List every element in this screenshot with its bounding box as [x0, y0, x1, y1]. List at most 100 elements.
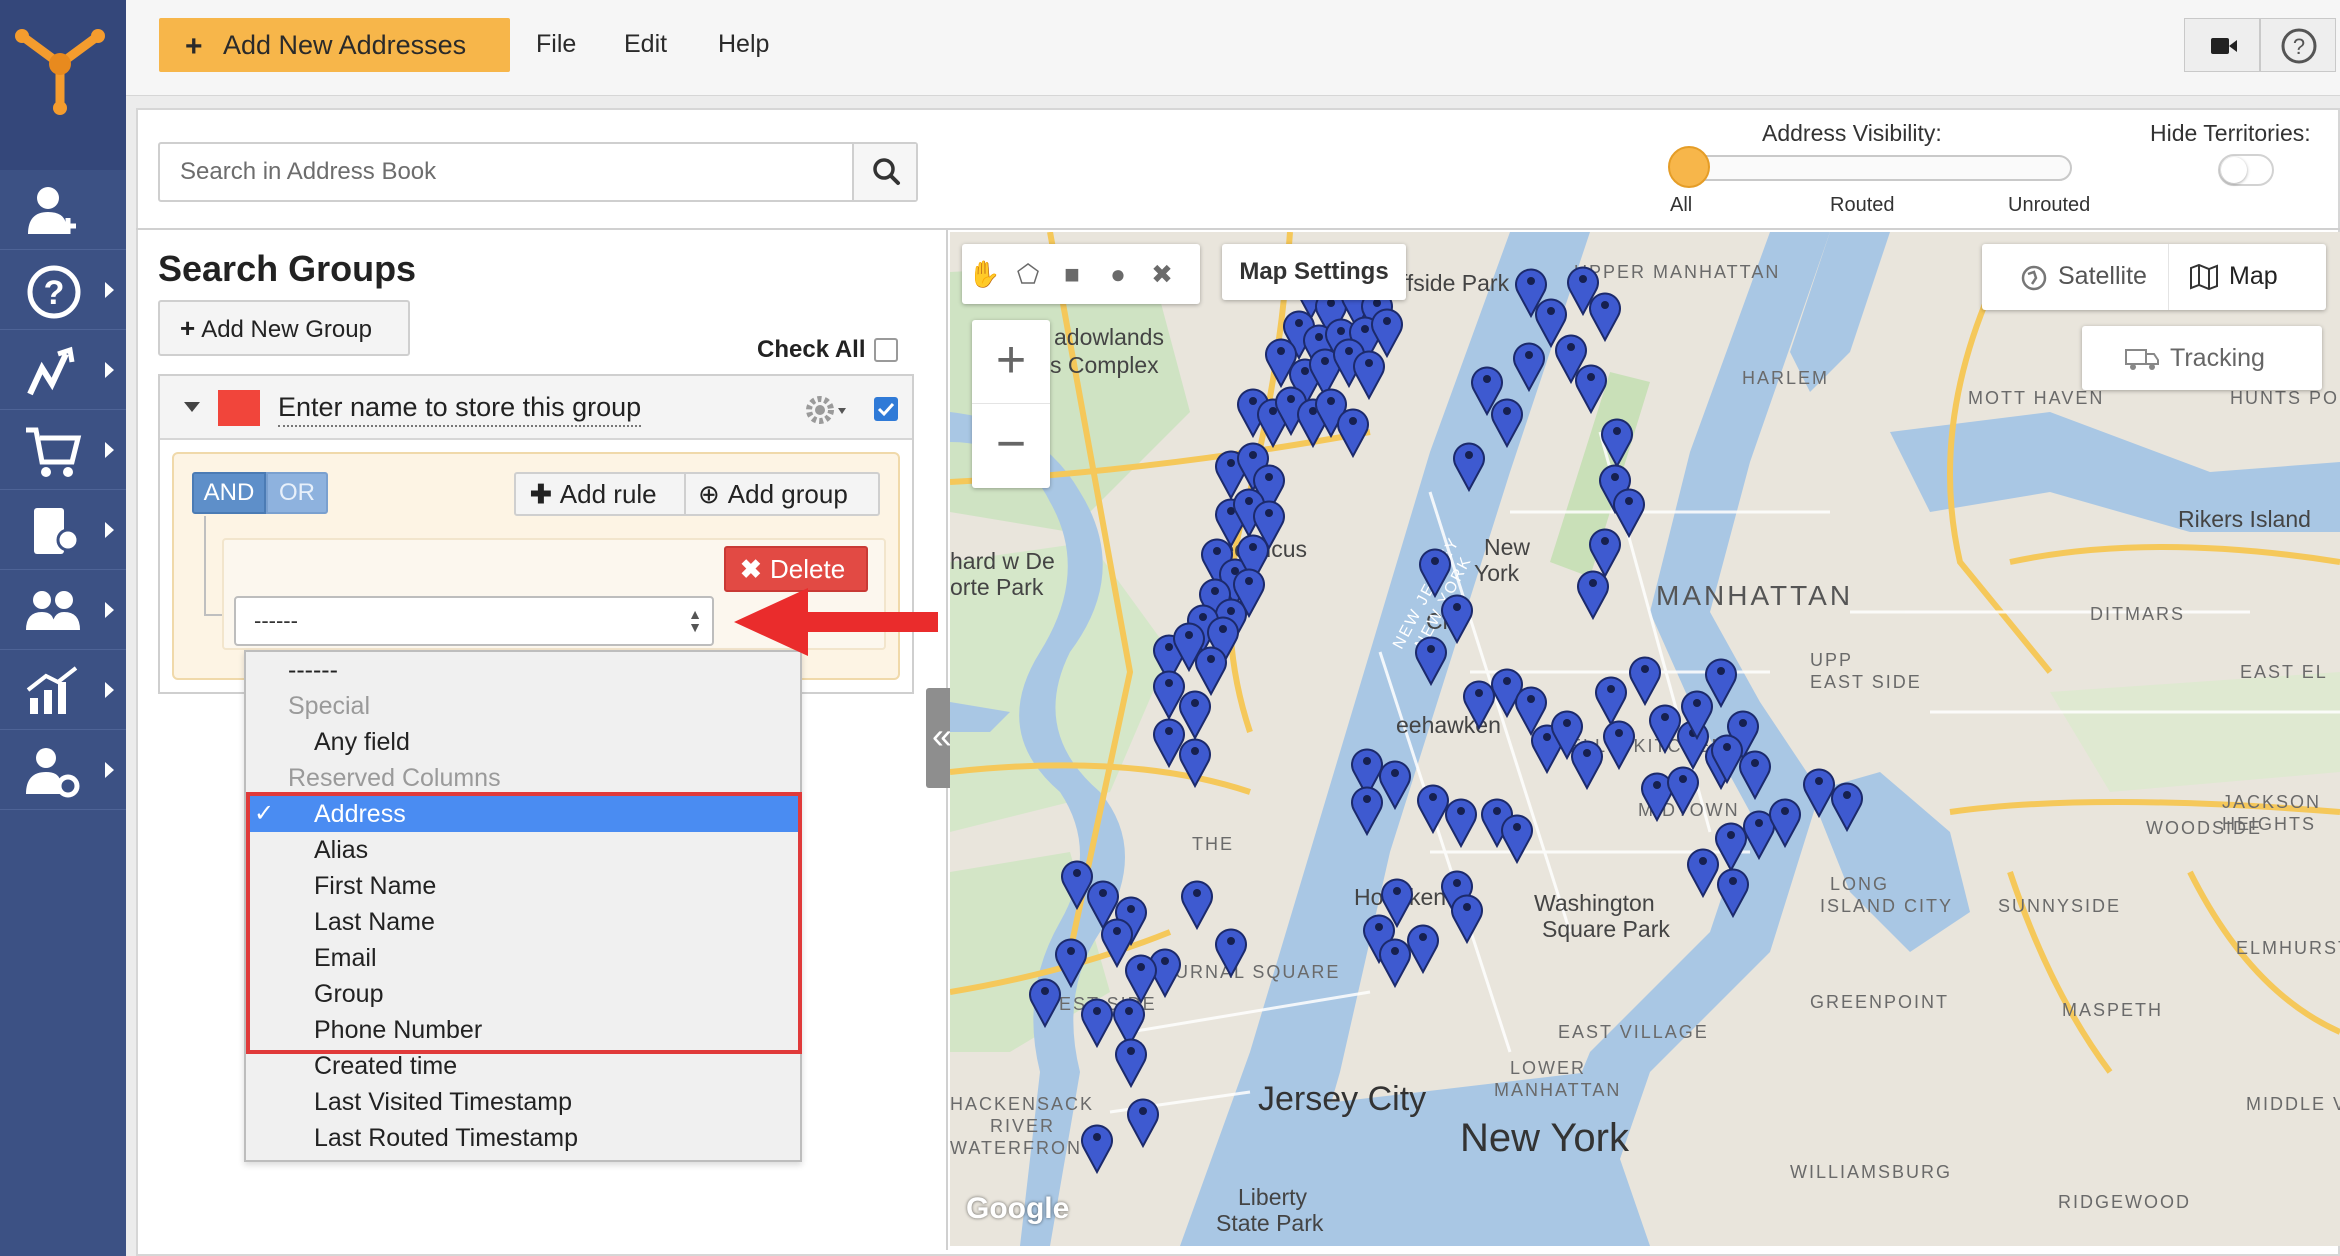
rule-field-select[interactable]: ------ ▲ ▼ [234, 596, 714, 646]
zoom-out-button[interactable]: − [972, 404, 1050, 488]
nav-orders[interactable] [0, 410, 126, 490]
map-settings-button[interactable]: Map Settings [1222, 244, 1406, 300]
visibility-option-all[interactable]: All [1670, 194, 1692, 217]
map-label: UPPER MANHATTAN [1574, 262, 1781, 282]
delete-rule-label: Delete [770, 553, 846, 584]
gear-icon [806, 396, 846, 424]
hide-territories-toggle[interactable] [2218, 154, 2274, 186]
group-enabled-checkbox[interactable] [874, 397, 898, 421]
add-rule-label: Add rule [559, 478, 657, 509]
nav-help[interactable]: ? [0, 250, 126, 330]
address-visibility-slider[interactable] [1672, 155, 2072, 181]
satellite-button[interactable]: Satellite [1982, 244, 2168, 310]
zoom-control: + − [972, 320, 1050, 488]
address-pin-icon[interactable] [1586, 286, 1624, 342]
and-toggle[interactable]: AND [192, 472, 266, 514]
dropdown-option-blank[interactable]: ------ [248, 652, 800, 688]
address-pin-icon[interactable] [1442, 792, 1480, 848]
polygon-icon[interactable]: ⬠ [1012, 258, 1044, 290]
address-pin-icon[interactable] [1412, 630, 1450, 686]
address-pin-icon[interactable] [1350, 344, 1388, 400]
address-search-input[interactable] [160, 144, 852, 200]
menu-help[interactable]: Help [718, 30, 769, 59]
address-pin-icon[interactable] [1376, 932, 1414, 988]
add-new-addresses-button[interactable]: + Add New Addresses [159, 18, 510, 72]
address-pin-icon[interactable] [1626, 650, 1664, 706]
plus-icon: + [180, 312, 196, 343]
address-pin-icon[interactable] [1828, 776, 1866, 832]
tracking-button[interactable]: Tracking [2082, 326, 2322, 390]
nav-address-book[interactable] [0, 490, 126, 570]
nav-analytics[interactable] [0, 650, 126, 730]
visibility-option-routed[interactable]: Routed [1830, 194, 1895, 217]
nav-routes[interactable] [0, 330, 126, 410]
or-toggle[interactable]: OR [266, 472, 328, 514]
add-rule-group-button[interactable]: ⊕ Add group [684, 472, 880, 516]
address-pin-icon[interactable] [1574, 564, 1612, 620]
nav-team[interactable] [0, 570, 126, 650]
group-name-field[interactable]: Enter name to store this group [278, 392, 642, 427]
address-pin-icon[interactable] [1078, 1118, 1116, 1174]
app-logo[interactable] [0, 0, 126, 170]
address-pin-icon[interactable] [1510, 336, 1548, 392]
dropdown-group-special: Special [288, 692, 370, 720]
address-pin-icon[interactable] [1334, 402, 1372, 458]
address-pin-icon[interactable] [1572, 358, 1610, 414]
menu-edit[interactable]: Edit [624, 30, 667, 59]
question-circle-icon: ? [2281, 28, 2317, 64]
nav-user-settings[interactable] [0, 730, 126, 810]
address-pin-icon[interactable] [1600, 714, 1638, 770]
address-pin-icon[interactable] [1702, 652, 1740, 708]
map-label: HARLEM [1742, 368, 1830, 388]
map-button[interactable]: Map [2168, 244, 2326, 310]
help-button[interactable]: ? [2260, 18, 2336, 72]
hand-pan-icon[interactable]: ✋ [968, 258, 1000, 290]
address-pin-icon[interactable] [1212, 922, 1250, 978]
address-pin-icon[interactable] [1488, 392, 1526, 448]
add-rule-button[interactable]: ✚ Add rule [514, 472, 686, 516]
map-view[interactable]: Cliffside Park UPPER MANHATTAN adowlands… [950, 232, 2340, 1246]
rule-field-value: ------ [254, 608, 298, 633]
address-pin-icon[interactable] [1766, 792, 1804, 848]
address-pin-icon[interactable] [1176, 732, 1214, 788]
collapse-caret-icon[interactable] [184, 402, 200, 412]
dropdown-option-any-field[interactable]: Any field [248, 724, 800, 760]
address-pin-icon[interactable] [1498, 808, 1536, 864]
dropdown-option-last-visited[interactable]: Last Visited Timestamp [248, 1084, 800, 1120]
dropdown-group-reserved: Reserved Columns [288, 764, 501, 792]
address-pin-icon[interactable] [1124, 1092, 1162, 1148]
circle-icon[interactable]: ● [1102, 258, 1134, 290]
menu-file[interactable]: File [536, 30, 576, 59]
map-label: UPP [1810, 650, 1854, 670]
hide-territories-label: Hide Territories: [2150, 120, 2311, 146]
group-settings-button[interactable] [804, 390, 856, 435]
nav-add-user[interactable] [0, 170, 126, 250]
rectangle-icon[interactable]: ■ [1056, 258, 1088, 290]
side-navigation: ? [0, 0, 126, 1256]
address-pin-icon[interactable] [1348, 780, 1386, 836]
zoom-in-button[interactable]: + [972, 320, 1050, 404]
select-arrows-icon: ▲ ▼ [688, 606, 702, 635]
address-pin-icon[interactable] [1714, 862, 1752, 918]
address-pin-icon[interactable] [1448, 888, 1486, 944]
address-pin-icon[interactable] [1178, 874, 1216, 930]
address-pin-icon[interactable] [1026, 972, 1064, 1028]
address-visibility-handle[interactable] [1668, 146, 1710, 188]
group-color-swatch[interactable] [218, 390, 260, 426]
check-all-checkbox[interactable] [874, 338, 898, 362]
map-label: RIVER [990, 1116, 1056, 1136]
address-pin-icon[interactable] [1664, 760, 1702, 816]
team-icon [26, 591, 80, 630]
address-pin-icon[interactable] [1450, 436, 1488, 492]
video-tutorial-button[interactable] [2184, 18, 2260, 72]
map-label: MANHATTAN [1494, 1080, 1622, 1100]
add-new-group-button[interactable]: + Add New Group [158, 300, 410, 356]
address-pin-icon[interactable] [1112, 1032, 1150, 1088]
dropdown-option-last-routed[interactable]: Last Routed Timestamp [248, 1120, 800, 1156]
map-label: Rikers Island [2178, 506, 2311, 532]
clear-shapes-icon[interactable]: ✖ [1146, 258, 1178, 290]
map-label: HUNTS POIN [2230, 388, 2340, 408]
search-button[interactable] [852, 144, 916, 200]
map-label: Jersey City [1258, 1080, 1427, 1118]
visibility-option-unrouted[interactable]: Unrouted [2008, 194, 2090, 217]
